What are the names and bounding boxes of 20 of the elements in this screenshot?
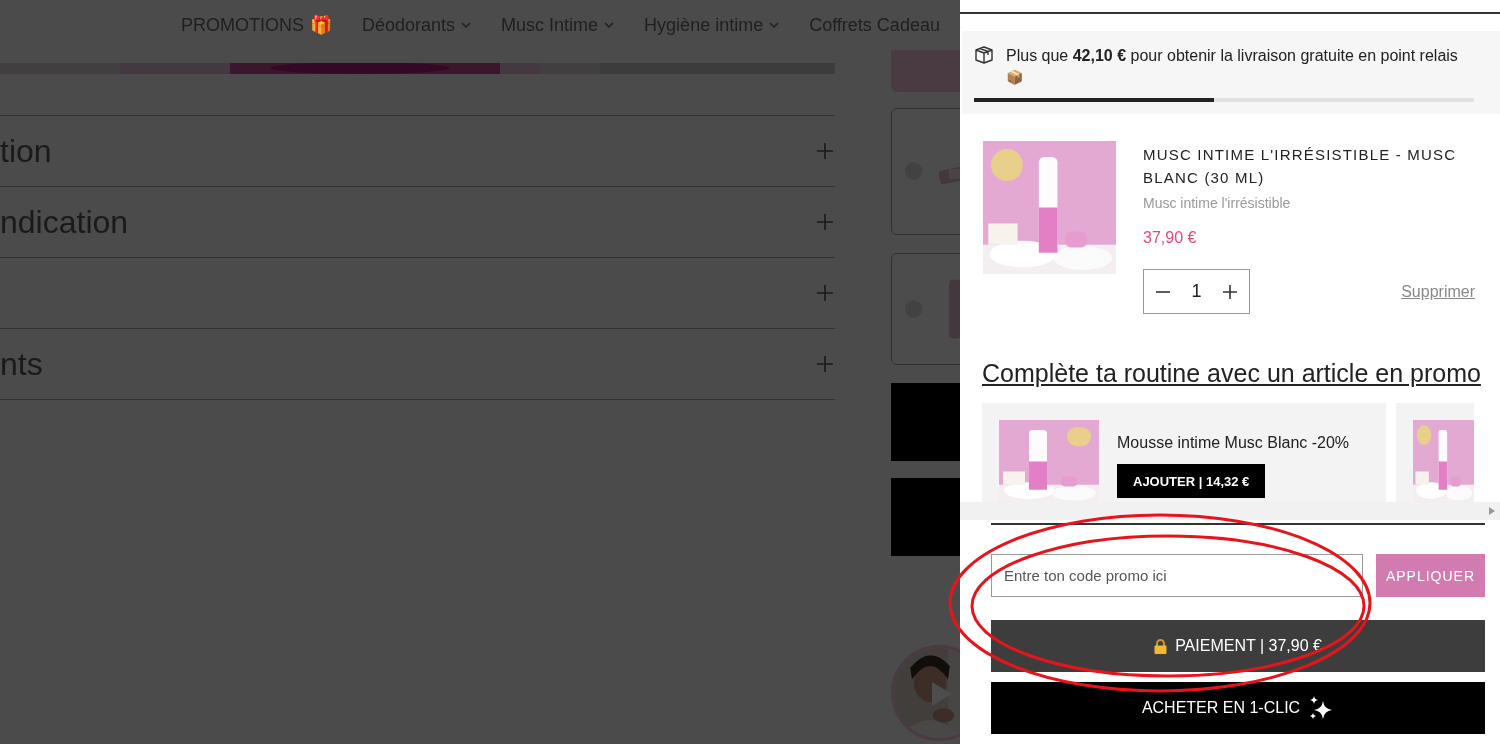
product-variant: Musc intime l'irrésistible bbox=[1143, 195, 1292, 211]
product-title[interactable]: MUSC INTIME L'IRRÉSISTIBLE - MUSC BLANC (30 ML) bbox=[1143, 143, 1475, 189]
remove-link[interactable]: Supprimer bbox=[1401, 282, 1475, 301]
package-icon bbox=[974, 45, 994, 65]
arrow-icon[interactable] bbox=[1489, 507, 1495, 515]
lock-icon bbox=[1154, 638, 1168, 654]
shipping-message: Plus que 42,10 € pour obtenir la livraison gratuite en point relais bbox=[1006, 46, 1458, 66]
product-price: 37,90 € bbox=[1143, 229, 1198, 247]
horizontal-scrollbar[interactable] bbox=[960, 502, 1500, 520]
caret-icon[interactable] bbox=[461, 21, 472, 29]
quantity-value: 1 bbox=[1191, 281, 1202, 302]
add-button[interactable]: AJOUTER | 14,32 € bbox=[1117, 464, 1266, 498]
upsell-name[interactable]: Mousse intime Musc Blanc -20% bbox=[1117, 434, 1350, 452]
caret-icon[interactable] bbox=[769, 21, 780, 29]
play-icon[interactable] bbox=[930, 680, 954, 708]
plus-icon[interactable] bbox=[1223, 284, 1237, 299]
package-emoji: 📦 bbox=[1006, 69, 1023, 85]
upsell-heading[interactable]: Complète ta routine avec un article en promo bbox=[982, 359, 1500, 388]
caret-icon[interactable] bbox=[604, 21, 615, 29]
one-click-button[interactable]: ACHETER EN 1-CLIC bbox=[991, 682, 1485, 734]
